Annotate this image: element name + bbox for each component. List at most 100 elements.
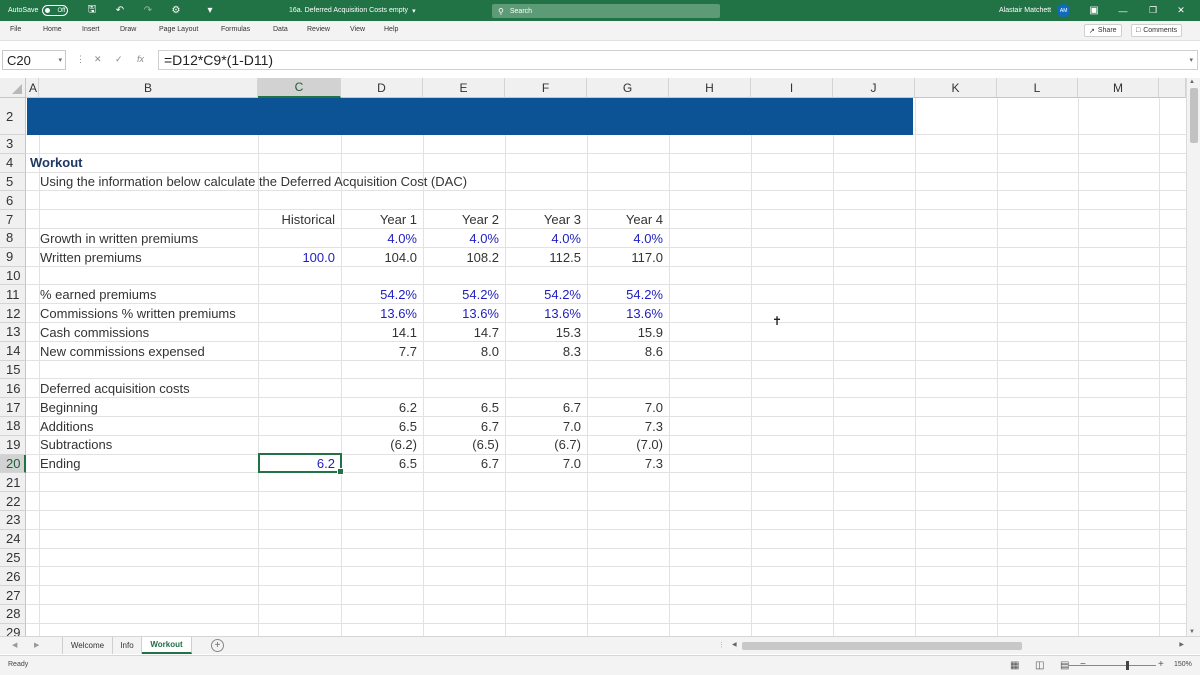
formula-input[interactable]: =D12*C9*(1-D11) ▾: [158, 50, 1198, 70]
comm-pct-year-3[interactable]: 13.6%: [505, 304, 587, 323]
name-box[interactable]: C20 ▾: [2, 50, 66, 70]
zoom-level[interactable]: 150%: [1174, 661, 1192, 668]
share-button[interactable]: ↗ Share: [1084, 24, 1122, 37]
tab-splitter-icon[interactable]: ⋮: [718, 641, 725, 649]
zoom-in-icon[interactable]: +: [1158, 659, 1164, 670]
touch-mode-icon[interactable]: ⚙: [170, 5, 182, 17]
subtractions-year-2[interactable]: (6.5): [423, 435, 505, 454]
cash-comm-year-1[interactable]: 14.1: [341, 323, 423, 342]
menu-insert[interactable]: Insert: [82, 26, 100, 33]
row-header-23[interactable]: 23: [0, 511, 26, 530]
row-header-4[interactable]: 4: [0, 153, 26, 173]
column-header-d[interactable]: D: [341, 78, 423, 98]
row-header-16[interactable]: 16: [0, 379, 26, 399]
menu-home[interactable]: Home: [43, 26, 62, 33]
menu-file[interactable]: File: [10, 26, 21, 33]
beginning-year-3[interactable]: 6.7: [505, 398, 587, 417]
cash-comm-year-3[interactable]: 15.3: [505, 323, 587, 342]
autosave-toggle[interactable]: Off: [42, 5, 69, 16]
header-year-1[interactable]: Year 1: [341, 210, 423, 229]
column-header-e[interactable]: E: [423, 78, 505, 98]
tab-welcome[interactable]: Welcome: [62, 637, 113, 654]
menu-data[interactable]: Data: [273, 26, 288, 33]
cancel-icon[interactable]: ✕: [94, 54, 102, 65]
row-header-13[interactable]: 13: [0, 323, 26, 342]
row-header-7[interactable]: 7: [0, 210, 26, 229]
comm-pct-year-1[interactable]: 13.6%: [341, 304, 423, 323]
label-growth[interactable]: Growth in written premiums: [36, 229, 198, 248]
row-header-3[interactable]: 3: [0, 135, 26, 154]
additions-year-4[interactable]: 7.3: [587, 417, 669, 436]
vertical-scroll-thumb[interactable]: [1190, 88, 1198, 143]
label-additions[interactable]: Additions: [36, 417, 93, 436]
vertical-scrollbar[interactable]: ▲ ▼: [1186, 78, 1200, 636]
growth-year-4[interactable]: 4.0%: [587, 229, 669, 248]
comm-pct-year-2[interactable]: 13.6%: [423, 304, 505, 323]
label-cash-commissions[interactable]: Cash commissions: [36, 323, 149, 342]
scroll-down-icon[interactable]: ▼: [1189, 629, 1195, 635]
subtractions-year-4[interactable]: (7.0): [587, 435, 669, 454]
column-header-j[interactable]: J: [833, 78, 915, 98]
horizontal-scrollbar[interactable]: ◀ ▶: [730, 641, 1186, 651]
zoom-slider-thumb[interactable]: [1126, 661, 1129, 670]
ending-year-2[interactable]: 6.7: [423, 454, 505, 473]
select-all-corner[interactable]: [0, 78, 26, 98]
column-header-k[interactable]: K: [915, 78, 997, 98]
beginning-year-2[interactable]: 6.5: [423, 398, 505, 417]
comments-button[interactable]: □ Comments: [1131, 24, 1183, 37]
menu-draw[interactable]: Draw: [120, 26, 136, 33]
column-header-c[interactable]: C: [258, 78, 341, 98]
subtractions-year-1[interactable]: (6.2): [341, 435, 423, 454]
new-comm-year-3[interactable]: 8.3: [505, 342, 587, 361]
additions-year-2[interactable]: 6.7: [423, 417, 505, 436]
earned-year-2[interactable]: 54.2%: [423, 285, 505, 304]
horizontal-scroll-thumb[interactable]: [742, 642, 1022, 650]
zoom-slider[interactable]: [1068, 665, 1156, 666]
row-header-12[interactable]: 12: [0, 304, 26, 323]
row-header-18[interactable]: 18: [0, 417, 26, 436]
label-written[interactable]: Written premiums: [36, 248, 142, 267]
tab-workout[interactable]: Workout: [142, 637, 192, 654]
row-header-17[interactable]: 17: [0, 398, 26, 417]
add-sheet-icon[interactable]: +: [211, 639, 224, 652]
row-header-5[interactable]: 5: [0, 172, 26, 192]
document-title[interactable]: 16a. Deferred Acquisition Costs empty ▾: [289, 0, 416, 21]
cash-comm-year-2[interactable]: 14.7: [423, 323, 505, 342]
row-header-22[interactable]: 22: [0, 492, 26, 511]
column-header-a[interactable]: A: [26, 78, 39, 98]
tab-info[interactable]: Info: [113, 637, 142, 654]
menu-view[interactable]: View: [350, 26, 365, 33]
beginning-year-1[interactable]: 6.2: [341, 398, 423, 417]
growth-year-3[interactable]: 4.0%: [505, 229, 587, 248]
label-earned[interactable]: % earned premiums: [36, 285, 156, 304]
avatar[interactable]: AM: [1057, 4, 1071, 17]
undo-icon[interactable]: ↶: [114, 5, 126, 17]
header-year-2[interactable]: Year 2: [423, 210, 505, 229]
new-comm-year-4[interactable]: 8.6: [587, 342, 669, 361]
earned-year-4[interactable]: 54.2%: [587, 285, 669, 304]
menu-formulas[interactable]: Formulas: [221, 26, 250, 33]
search-input[interactable]: ⚲ Search: [492, 4, 720, 18]
row-header-28[interactable]: 28: [0, 605, 26, 624]
scroll-right-icon[interactable]: ▶: [1179, 641, 1184, 648]
growth-year-1[interactable]: 4.0%: [341, 229, 423, 248]
written-year-3[interactable]: 112.5: [505, 248, 587, 267]
column-header-f[interactable]: F: [505, 78, 587, 98]
row-header-15[interactable]: 15: [0, 360, 26, 380]
redo-icon[interactable]: ↷: [142, 5, 154, 17]
column-header-g[interactable]: G: [587, 78, 669, 98]
label-commission-pct[interactable]: Commissions % written premiums: [36, 304, 236, 323]
row-header-14[interactable]: 14: [0, 341, 26, 361]
written-historical[interactable]: 100.0: [258, 248, 341, 267]
new-comm-year-1[interactable]: 7.7: [341, 342, 423, 361]
header-year-3[interactable]: Year 3: [505, 210, 587, 229]
ending-year-1[interactable]: 6.5: [341, 454, 423, 473]
menu-review[interactable]: Review: [307, 26, 330, 33]
written-year-1[interactable]: 104.0: [341, 248, 423, 267]
label-ending[interactable]: Ending: [36, 454, 80, 473]
row-header-21[interactable]: 21: [0, 473, 26, 493]
column-header-n[interactable]: [1159, 78, 1186, 98]
autosave[interactable]: AutoSave Off: [8, 0, 69, 21]
label-subtractions[interactable]: Subtractions: [36, 435, 112, 454]
scroll-up-icon[interactable]: ▲: [1189, 79, 1195, 85]
